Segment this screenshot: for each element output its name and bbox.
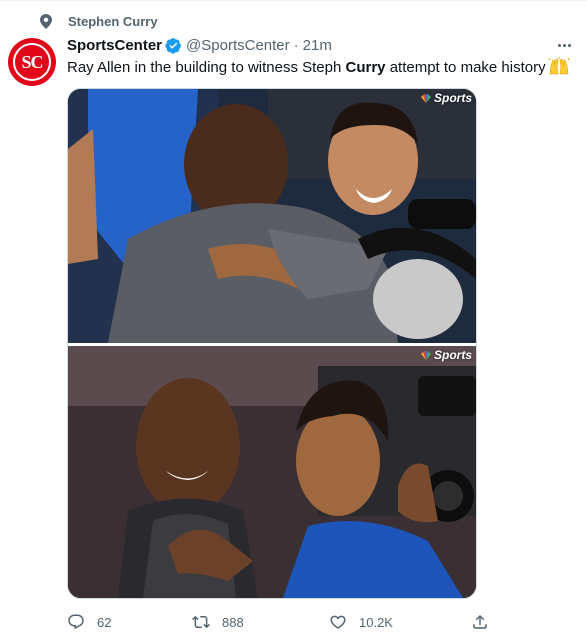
more-options-icon[interactable] [554,36,574,54]
tweet-text-part: Ray Allen in the building to witness Ste… [67,59,346,76]
share-button[interactable] [471,611,501,633]
tweet-timestamp[interactable]: 21m [303,37,332,54]
reply-count: 62 [97,614,112,630]
peacock-logo-icon [420,93,431,103]
watermark-text: Sports [433,348,472,362]
reply-icon [68,614,84,630]
tweet-header: SportsCenter @SportsCenter · 21m [67,35,332,55]
tweet[interactable]: Stephen Curry SC SportsCenter @SportsCen… [0,0,587,644]
peacock-logo-icon [420,350,431,360]
pin-icon [38,13,54,29]
social-context: Stephen Curry [38,12,158,30]
retweet-count: 888 [222,614,244,630]
retweet-button[interactable]: 888 [192,611,244,633]
share-icon [473,614,487,629]
watermark: Sports [420,91,472,105]
watermark-text: Sports [433,91,472,105]
tweet-text-bold: Curry [345,59,386,76]
avatar-logo: SC [13,43,51,81]
author-handle[interactable]: @SportsCenter [186,37,290,54]
media-grid[interactable]: Sports Sports [67,88,477,599]
heart-icon [330,615,346,629]
watermark: Sports [420,348,472,362]
like-button[interactable]: 10.2K [329,611,393,633]
photo-hug[interactable]: Sports [68,89,476,343]
verified-badge-icon [165,37,181,54]
photo-smile[interactable]: Sports [68,346,476,598]
author-name[interactable]: SportsCenter [67,37,162,54]
tweet-text: Ray Allen in the building to witness Ste… [67,57,582,81]
reply-button[interactable]: 62 [67,611,111,633]
separator-dot: · [293,36,299,54]
avatar[interactable]: SC [8,38,56,86]
tweet-actions: 62 888 10.2K [67,611,582,633]
social-context-label[interactable]: Stephen Curry [68,14,158,29]
raising-hands-emoji-icon [548,57,570,81]
tweet-text-part: attempt to make history [385,59,546,76]
retweet-icon [192,615,210,629]
like-count: 10.2K [359,614,393,630]
